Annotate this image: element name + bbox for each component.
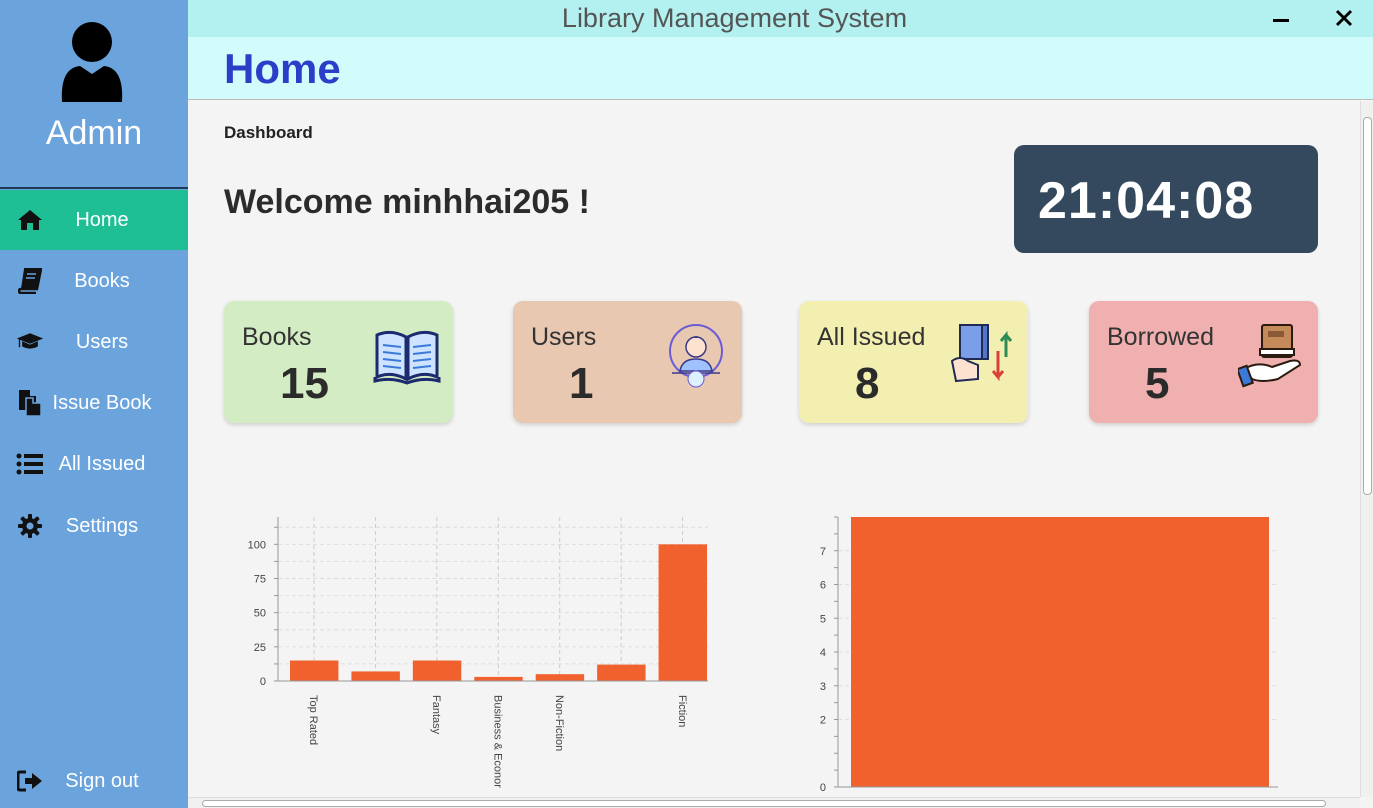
clock-panel: 21:04:08 xyxy=(1014,145,1318,253)
sidebar-item-label: Users xyxy=(75,330,129,353)
x-tick-label: Top Rated xyxy=(307,695,319,745)
sign-out-label: Sign out xyxy=(65,769,139,792)
x-tick-label: Business & Econor xyxy=(492,695,504,788)
x-tick-label: Non-Fiction xyxy=(553,695,565,751)
sidebar-item-label: Books xyxy=(74,269,130,292)
window-title: Library Management System xyxy=(561,3,908,33)
horizontal-scrollbar[interactable] xyxy=(188,797,1360,808)
y-tick-label: 50 xyxy=(254,608,266,620)
category-bar-chart: 0 25 50 75 100 Top Rated Fantasy Business & Ec… xyxy=(248,517,708,788)
sidebar-item-settings[interactable]: Settings xyxy=(0,496,188,556)
x-tick-label: Fantasy xyxy=(430,695,442,735)
borrowed-card[interactable]: Borrowed 5 xyxy=(1089,301,1318,423)
page-title: Home xyxy=(224,45,341,92)
hand-book-icon xyxy=(1238,324,1302,388)
card-title: Users xyxy=(531,323,597,351)
users-card[interactable]: Users 1 xyxy=(513,301,742,423)
y-tick-label: 75 xyxy=(254,574,266,586)
sidebar-divider xyxy=(0,187,188,189)
y-tick-label: 25 xyxy=(254,642,266,654)
user-avatar-icon xyxy=(669,324,723,388)
page-header: Home xyxy=(188,37,1373,100)
sidebar-item-issue-book[interactable]: Issue Book xyxy=(0,373,188,433)
sidebar-item-label: All Issued xyxy=(58,452,146,475)
sidebar-item-home[interactable]: Home xyxy=(0,190,188,250)
chart-bar xyxy=(851,517,1269,787)
y-tick-label: 7 xyxy=(820,546,826,558)
section-label: Dashboard xyxy=(224,123,313,142)
y-tick-label: 0 xyxy=(820,782,826,794)
sign-out-button[interactable]: Sign out xyxy=(0,751,188,808)
y-tick-label: 0 xyxy=(260,676,266,688)
sidebar-item-users[interactable]: Users xyxy=(0,312,188,372)
x-tick-label: Fiction xyxy=(676,695,688,727)
card-value: 15 xyxy=(280,359,329,408)
minimize-button[interactable] xyxy=(1267,5,1295,31)
sidebar-item-all-issued[interactable]: All Issued xyxy=(0,434,188,494)
user-avatar-icon xyxy=(61,22,123,102)
welcome-message: Welcome minhhai205 ! xyxy=(224,183,590,222)
username: minhhai205 xyxy=(382,183,570,221)
issued-bar-chart: 0 2 3 4 5 6 7 xyxy=(820,516,1278,794)
sidebar-item-books[interactable]: Books xyxy=(0,251,188,311)
chart-bar xyxy=(474,676,523,681)
sidebar: Admin Home Books Users Issue Book All Is… xyxy=(0,0,188,808)
dashboard-content: Dashboard Welcome minhhai205 ! 21:04:08 … xyxy=(188,101,1360,797)
welcome-prefix: Welcome xyxy=(224,183,383,221)
chart-bar xyxy=(290,660,339,681)
window-titlebar: Library Management System xyxy=(188,0,1373,37)
y-tick-label: 2 xyxy=(820,715,826,727)
chart-bar xyxy=(351,671,400,681)
card-value: 5 xyxy=(1145,359,1170,408)
welcome-suffix: ! xyxy=(569,183,590,221)
chart-bar xyxy=(597,664,646,681)
sidebar-item-label: Settings xyxy=(65,514,139,537)
card-title: All Issued xyxy=(817,323,926,351)
card-value: 8 xyxy=(855,359,880,408)
all-issued-card[interactable]: All Issued 8 xyxy=(799,301,1028,423)
y-tick-label: 6 xyxy=(820,580,826,592)
chart-bar xyxy=(658,544,707,681)
card-title: Borrowed xyxy=(1107,323,1214,351)
book-exchange-icon xyxy=(950,324,1013,383)
y-tick-label: 4 xyxy=(820,647,826,659)
vertical-scrollbar[interactable] xyxy=(1360,101,1373,797)
vertical-scroll-thumb[interactable] xyxy=(1363,117,1372,495)
books-card[interactable]: Books 15 xyxy=(224,301,453,423)
chart-bar xyxy=(535,674,585,681)
minimize-icon xyxy=(1273,19,1289,22)
user-role-label: Admin xyxy=(45,114,143,152)
sidebar-item-label: Home xyxy=(75,208,129,231)
y-tick-label: 3 xyxy=(820,681,826,693)
chart-bar xyxy=(412,660,462,681)
close-icon xyxy=(1335,9,1353,27)
app-window: Admin Home Books Users Issue Book All Is… xyxy=(0,0,1373,808)
y-tick-label: 5 xyxy=(820,613,826,625)
sidebar-item-label: Issue Book xyxy=(52,391,152,414)
clock-time: 21:04:08 xyxy=(1038,172,1255,230)
y-tick-label: 100 xyxy=(248,539,266,551)
horizontal-scroll-thumb[interactable] xyxy=(202,800,1326,807)
card-title: Books xyxy=(242,323,312,351)
card-value: 1 xyxy=(569,359,594,408)
open-book-icon xyxy=(373,330,441,385)
close-button[interactable] xyxy=(1330,5,1358,31)
